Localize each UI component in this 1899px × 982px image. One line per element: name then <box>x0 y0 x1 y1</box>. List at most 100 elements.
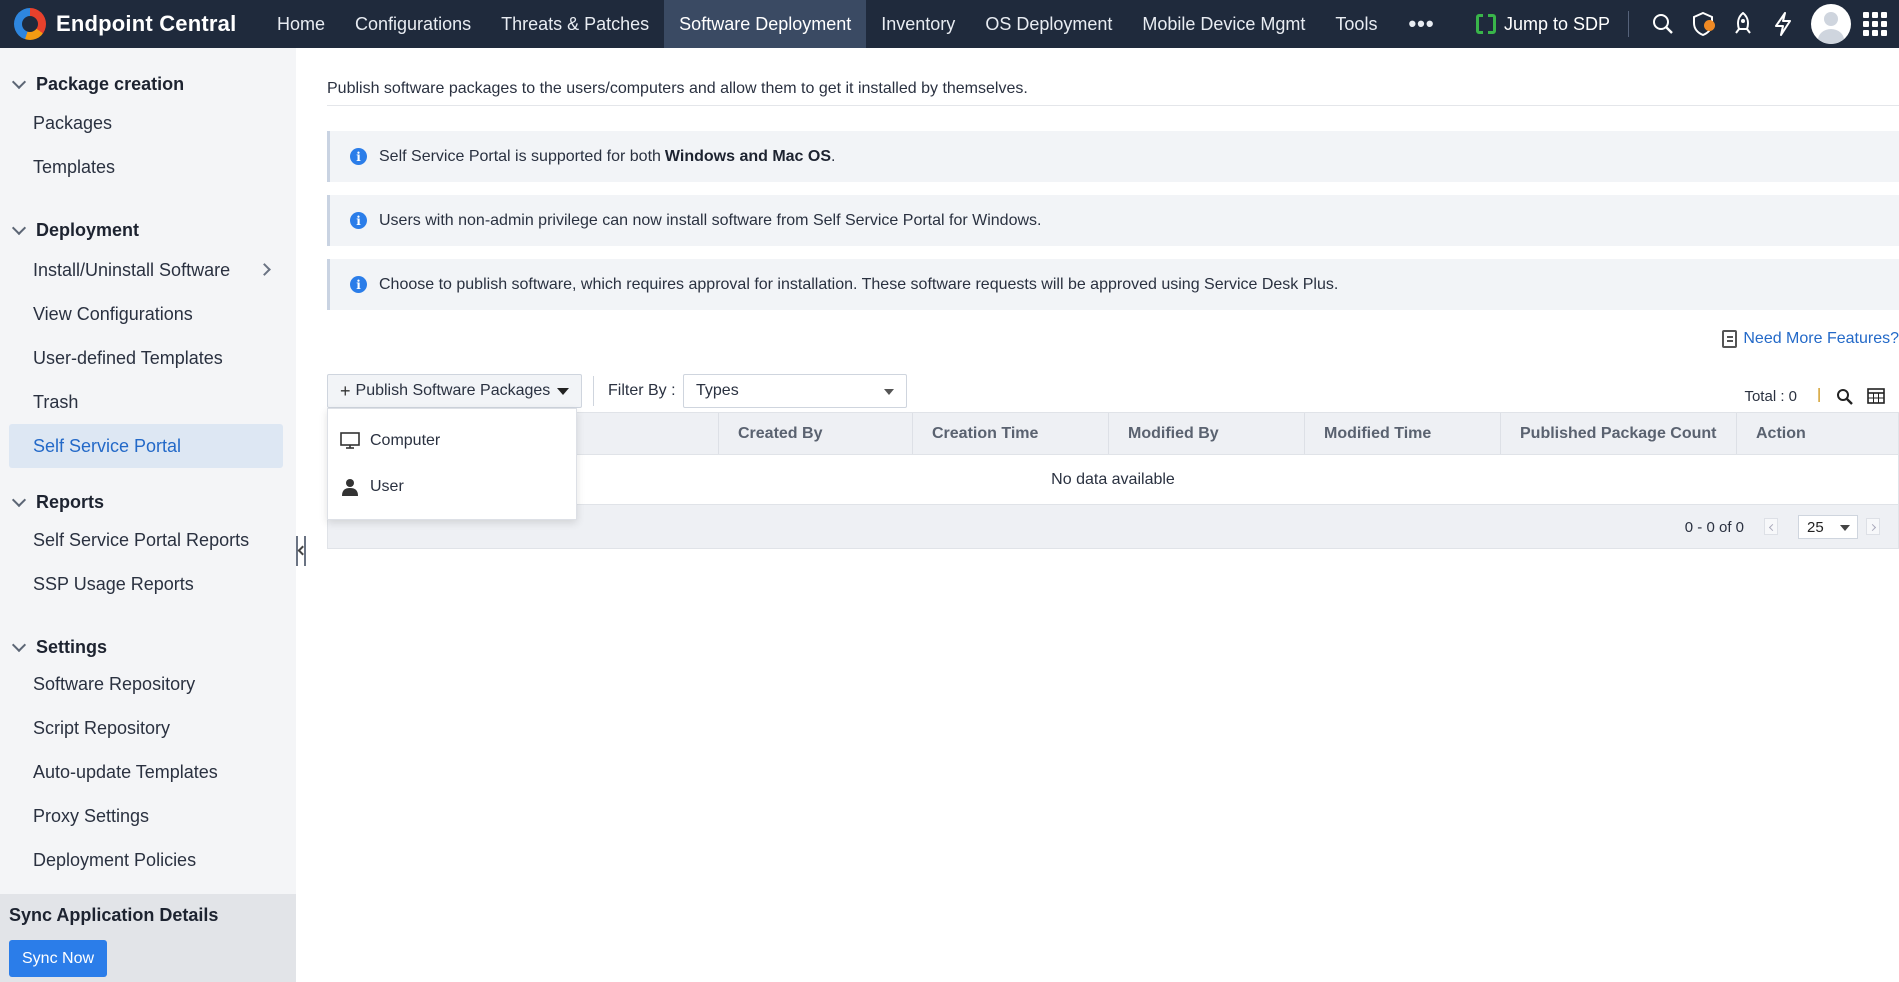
chevron-down-icon <box>11 492 27 507</box>
info-banner: i Choose to publish software, which requ… <box>327 259 1899 310</box>
sidebar-item-templates[interactable]: Templates <box>9 145 283 189</box>
total-count: Total : 0 <box>1744 388 1797 405</box>
section-reports[interactable]: Reports <box>11 488 104 516</box>
info-text: Self Service Portal is supported for bot… <box>379 147 661 165</box>
caret-down-icon <box>1840 525 1850 531</box>
page-size-select[interactable]: 25 <box>1798 515 1858 539</box>
section-package-creation[interactable]: Package creation <box>11 70 185 98</box>
next-page-button[interactable] <box>1866 518 1880 535</box>
sidebar-item-auto-update-templates[interactable]: Auto-update Templates <box>9 750 283 794</box>
need-more-label: Need More Features? <box>1743 330 1899 347</box>
lightning-icon[interactable] <box>1763 0 1803 48</box>
sdp-icon <box>1475 14 1496 34</box>
info-bold-text: Windows and Mac OS <box>664 147 832 165</box>
sidebar-item-label: Install/Uninstall Software <box>33 259 231 280</box>
info-text-end: . <box>831 147 836 165</box>
section-deployment[interactable]: Deployment <box>11 216 140 244</box>
column-header-modified-time[interactable]: Modified Time <box>1304 413 1500 454</box>
table-search-icon[interactable] <box>1836 388 1853 410</box>
prev-page-button[interactable] <box>1764 518 1778 535</box>
sync-title: Sync Application Details <box>9 905 219 925</box>
jump-to-sdp-link[interactable]: Jump to SDP <box>1475 13 1628 35</box>
filter-types-select[interactable]: Types <box>683 374 907 408</box>
publish-dropdown-menu: Computer User <box>327 408 577 520</box>
user-icon <box>342 479 358 496</box>
info-icon: i <box>350 212 367 229</box>
plus-icon: + <box>340 380 351 401</box>
nav-inventory[interactable]: Inventory <box>866 0 970 48</box>
filter-value: Types <box>696 382 739 399</box>
sidebar-item-ssp-reports[interactable]: Self Service Portal Reports <box>9 518 283 562</box>
sidebar-item-script-repository[interactable]: Script Repository <box>9 706 283 750</box>
security-shield-icon[interactable] <box>1683 0 1723 48</box>
section-title: Package creation <box>36 73 185 94</box>
brand-name: Endpoint Central <box>56 11 237 36</box>
brand[interactable]: Endpoint Central <box>0 0 262 48</box>
info-text: Choose to publish software, which requir… <box>379 275 1339 293</box>
chevron-down-icon <box>11 74 27 89</box>
sidebar-item-software-repository[interactable]: Software Repository <box>9 662 283 706</box>
divider <box>593 376 594 406</box>
user-avatar[interactable] <box>1811 4 1851 44</box>
app-launcher-icon[interactable] <box>1863 12 1887 36</box>
sidebar-item-user-defined-templates[interactable]: User-defined Templates <box>9 336 283 380</box>
sidebar-item-ssp-usage-reports[interactable]: SSP Usage Reports <box>9 562 283 606</box>
top-nav-bar: Endpoint Central Home Configurations Thr… <box>0 0 1899 48</box>
column-header-action: Action <box>1736 413 1898 454</box>
sidebar-collapse-handle[interactable] <box>296 536 306 566</box>
page-description: Publish software packages to the users/c… <box>327 80 1028 97</box>
menu-item-computer[interactable]: Computer <box>328 419 576 463</box>
nav-os-deployment[interactable]: OS Deployment <box>970 0 1127 48</box>
menu-item-user[interactable]: User <box>328 465 576 509</box>
nav-home[interactable]: Home <box>262 0 340 48</box>
sidebar-item-self-service-portal[interactable]: Self Service Portal <box>9 424 283 468</box>
publish-software-packages-button[interactable]: + Publish Software Packages <box>327 374 583 408</box>
publish-label: Publish Software Packages <box>355 382 551 399</box>
menu-item-label: User <box>370 478 404 495</box>
caret-down-icon <box>557 387 570 395</box>
nav-mobile-device-mgmt[interactable]: Mobile Device Mgmt <box>1127 0 1320 48</box>
filter-label: Filter By : <box>608 382 676 399</box>
section-title: Settings <box>36 636 108 657</box>
rocket-icon[interactable] <box>1723 0 1763 48</box>
section-settings[interactable]: Settings <box>11 633 108 661</box>
page-size-value: 25 <box>1807 518 1824 536</box>
divider: | <box>1817 386 1821 403</box>
chevron-down-icon <box>11 220 27 235</box>
column-chooser-icon[interactable] <box>1867 388 1885 409</box>
info-banner: i Users with non-admin privilege can now… <box>327 195 1899 246</box>
sidebar-item-trash[interactable]: Trash <box>9 380 283 424</box>
computer-icon <box>340 432 360 449</box>
more-menu-icon[interactable]: ••• <box>1392 0 1450 48</box>
divider <box>1628 11 1629 37</box>
nav-configurations[interactable]: Configurations <box>340 0 486 48</box>
top-right-actions: Jump to SDP <box>1475 0 1899 48</box>
sidebar-item-packages[interactable]: Packages <box>9 101 283 145</box>
pagination-range: 0 - 0 of 0 <box>1684 519 1744 536</box>
info-icon: i <box>350 148 367 165</box>
search-icon[interactable] <box>1643 0 1683 48</box>
column-header-creation-time[interactable]: Creation Time <box>912 413 1108 454</box>
jump-to-sdp-label: Jump to SDP <box>1503 13 1610 34</box>
sidebar-item-proxy-settings[interactable]: Proxy Settings <box>9 794 283 838</box>
nav-tools[interactable]: Tools <box>1320 0 1392 48</box>
section-title: Deployment <box>36 219 140 240</box>
menu-item-label: Computer <box>370 432 441 449</box>
sidebar-item-deployment-policies[interactable]: Deployment Policies <box>9 838 283 882</box>
sync-now-button[interactable]: Sync Now <box>9 940 108 977</box>
nav-software-deployment[interactable]: Software Deployment <box>664 0 867 48</box>
main-nav: Home Configurations Threats & Patches So… <box>262 0 1451 48</box>
column-header-published-package-count[interactable]: Published Package Count <box>1500 413 1736 454</box>
column-header-created-by[interactable]: Created By <box>718 413 912 454</box>
need-more-features-link[interactable]: Need More Features? <box>1722 330 1899 348</box>
sidebar: Package creation Packages Templates Depl… <box>0 48 296 982</box>
sidebar-item-view-configurations[interactable]: View Configurations <box>9 292 283 336</box>
divider <box>327 105 1899 106</box>
brand-logo-icon <box>14 8 46 40</box>
sidebar-item-install-uninstall[interactable]: Install/Uninstall Software <box>9 248 283 292</box>
nav-threats-patches[interactable]: Threats & Patches <box>486 0 664 48</box>
column-header-modified-by[interactable]: Modified By <box>1108 413 1304 454</box>
info-banner: i Self Service Portal is supported for b… <box>327 131 1899 182</box>
notepad-icon <box>1722 330 1738 348</box>
alert-dot <box>1704 20 1715 31</box>
